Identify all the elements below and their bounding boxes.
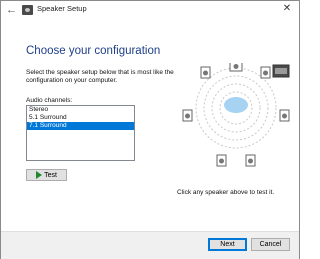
speaker-front-right-icon[interactable] (260, 66, 271, 79)
window-title: Speaker Setup (37, 4, 87, 13)
speaker-side-left-icon[interactable] (182, 109, 193, 122)
speaker-diagram (182, 63, 290, 167)
speaker-app-icon (22, 5, 33, 15)
listener-highlight-icon (224, 97, 248, 113)
list-item-7-1-surround[interactable]: 7.1 Surround (27, 122, 134, 130)
speaker-side-right-icon[interactable] (279, 109, 290, 122)
close-icon[interactable]: ✕ (281, 3, 293, 15)
audio-channels-list[interactable]: Stereo 5.1 Surround 7.1 Surround (26, 105, 135, 161)
page-title: Choose your configuration (26, 45, 161, 57)
play-icon (36, 171, 43, 180)
speaker-setup-window: ← Speaker Setup ✕ Choose your configurat… (0, 0, 300, 259)
cancel-button[interactable]: Cancel (251, 238, 290, 251)
list-item-stereo[interactable]: Stereo (27, 106, 134, 114)
back-arrow-icon[interactable]: ← (6, 4, 18, 16)
speaker-rear-right-icon[interactable] (245, 154, 256, 167)
test-hint-text: Click any speaker above to test it. (177, 189, 275, 196)
footer-bar: Next Cancel (1, 231, 299, 259)
test-button-label: Test (44, 172, 57, 179)
speaker-center-icon[interactable] (229, 63, 243, 72)
speaker-front-left-icon[interactable] (200, 66, 211, 79)
next-button[interactable]: Next (208, 238, 247, 251)
audio-channels-label: Audio channels: (26, 97, 73, 104)
subwoofer-icon[interactable] (272, 64, 290, 78)
speaker-rear-left-icon[interactable] (216, 154, 227, 167)
test-button[interactable]: Test (26, 169, 67, 181)
title-bar: ← Speaker Setup ✕ (1, 1, 299, 19)
description-text: Select the speaker setup below that is m… (26, 69, 174, 84)
list-item-5-1-surround[interactable]: 5.1 Surround (27, 114, 134, 122)
